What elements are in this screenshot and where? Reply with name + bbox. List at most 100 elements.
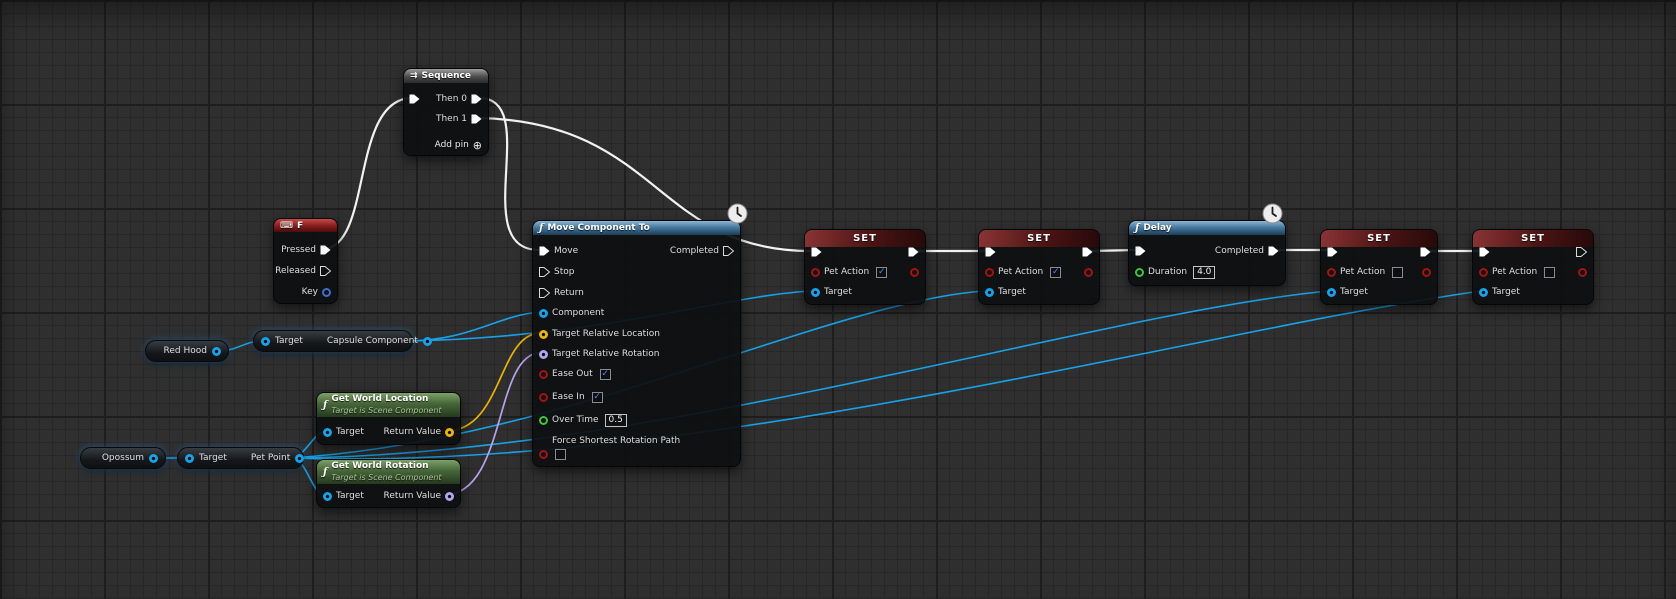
completed-row: Completed <box>1215 245 1279 257</box>
add-pin-button[interactable]: Add pin ⊕ <box>435 139 482 151</box>
node-get-red-hood[interactable]: Red Hood <box>145 340 229 362</box>
duration-pin[interactable] <box>1135 268 1144 277</box>
function-icon: ƒ <box>539 223 543 234</box>
ease-in-checkbox[interactable]: ✓ <box>592 392 603 403</box>
node-set-pet-action-4[interactable]: SET Pet Action Target <box>1472 229 1594 305</box>
node-set-pet-action-3[interactable]: SET Pet Action Target <box>1320 229 1438 305</box>
over-time-input[interactable]: 0.5 <box>605 414 627 427</box>
target-pin[interactable] <box>985 288 994 297</box>
released-exec-pin[interactable] <box>320 266 331 276</box>
node-move-component-to[interactable]: ƒ Move Component To Move Completed Stop … <box>532 220 741 467</box>
pin-label: Target <box>275 336 303 346</box>
opossum-out-pin[interactable] <box>149 454 158 463</box>
force-shortest-rotation-path-pin-row <box>539 448 566 460</box>
target-pin[interactable] <box>811 288 820 297</box>
exec-in-pin[interactable] <box>1135 246 1146 256</box>
return-exec-pin[interactable] <box>539 288 550 298</box>
target-pin[interactable] <box>1327 288 1336 297</box>
target-relative-rotation-pin[interactable] <box>539 350 548 359</box>
pet-action-checkbox[interactable]: ✓ <box>876 267 887 278</box>
node-header[interactable]: ⇉ Sequence <box>404 69 488 83</box>
pet-action-row: Pet Action <box>1327 266 1403 278</box>
exec-out-pin[interactable] <box>1420 247 1431 257</box>
pet-action-out-pin[interactable] <box>910 268 919 277</box>
then0-exec-pin[interactable] <box>471 94 482 104</box>
node-get-opossum[interactable]: Opossum <box>80 447 166 469</box>
return-value-pin[interactable] <box>445 428 454 437</box>
target-relative-rotation-row: Target Relative Rotation <box>539 348 660 360</box>
exec-out-pin[interactable] <box>908 247 919 257</box>
pet-action-out-pin[interactable] <box>1422 268 1431 277</box>
node-header[interactable]: ⌨ F <box>274 219 337 232</box>
pin-label: Pet Action <box>824 266 869 278</box>
node-header[interactable]: SET <box>979 230 1099 247</box>
pet-action-in-pin[interactable] <box>985 268 994 277</box>
pet-action-checkbox[interactable] <box>1392 267 1403 278</box>
force-shortest-rotation-path-pin[interactable] <box>539 450 548 459</box>
node-sequence[interactable]: ⇉ Sequence Then 0 Then 1 Add pin ⊕ <box>403 68 489 156</box>
then0-row: Then 0 <box>436 93 482 105</box>
pin-label: Capsule Component <box>327 336 418 346</box>
pet-action-checkbox[interactable] <box>1544 267 1555 278</box>
node-get-world-location[interactable]: ƒ Get World Location Target is Scene Com… <box>316 392 461 445</box>
target-pin[interactable] <box>323 492 332 501</box>
pin-label: Key <box>302 286 318 298</box>
pet-action-out-pin[interactable] <box>1084 268 1093 277</box>
component-pin[interactable] <box>539 309 548 318</box>
pet-action-checkbox[interactable]: ✓ <box>1050 267 1061 278</box>
latent-clock-icon <box>727 203 748 224</box>
node-get-capsule-component[interactable]: Target Capsule Component <box>253 330 413 352</box>
completed-exec-pin[interactable] <box>1268 246 1279 256</box>
completed-row: Completed <box>670 245 734 257</box>
add-pin-icon: ⊕ <box>473 140 482 151</box>
pet-action-in-pin[interactable] <box>811 268 820 277</box>
pet-point-out-pin[interactable] <box>295 454 304 463</box>
node-header[interactable]: SET <box>1473 230 1593 247</box>
exec-in-pin[interactable] <box>1479 247 1490 257</box>
blueprint-graph-canvas[interactable]: ⇉ Sequence Then 0 Then 1 Add pin ⊕ ⌨ F P… <box>0 0 1676 599</box>
pet-action-out-pin[interactable] <box>1578 268 1587 277</box>
node-get-world-rotation[interactable]: ƒ Get World Rotation Target is Scene Com… <box>316 459 461 508</box>
return-value-pin[interactable] <box>445 492 454 501</box>
pet-action-in-pin[interactable] <box>1327 268 1336 277</box>
target-pin[interactable] <box>1479 288 1488 297</box>
duration-input[interactable]: 4.0 <box>1193 266 1215 279</box>
target-relative-location-pin[interactable] <box>539 330 548 339</box>
node-get-pet-point[interactable]: Target Pet Point <box>177 447 304 469</box>
pin-label: Return <box>554 287 584 299</box>
node-delay[interactable]: ƒ Delay Completed Duration 4.0 <box>1128 220 1286 286</box>
exec-in-pin[interactable] <box>811 247 822 257</box>
node-set-pet-action-1[interactable]: SET Pet Action ✓ Target <box>804 229 926 305</box>
target-pin[interactable] <box>323 428 332 437</box>
exec-in-pin[interactable] <box>1327 247 1338 257</box>
exec-in-pin[interactable] <box>409 94 420 104</box>
node-key-event-f[interactable]: ⌨ F Pressed Released Key <box>273 218 338 304</box>
target-in-pin[interactable] <box>185 454 194 463</box>
ease-out-checkbox[interactable]: ✓ <box>600 369 611 380</box>
capsule-component-out-pin[interactable] <box>423 337 432 346</box>
ease-out-pin[interactable] <box>539 370 548 379</box>
exec-out-pin[interactable] <box>1576 247 1587 257</box>
node-header[interactable]: ƒ Get World Location Target is Scene Com… <box>317 393 460 417</box>
move-exec-pin[interactable] <box>539 246 550 256</box>
node-set-pet-action-2[interactable]: SET Pet Action ✓ Target <box>978 229 1100 305</box>
stop-exec-pin[interactable] <box>539 267 550 277</box>
red-hood-out-pin[interactable] <box>212 347 221 356</box>
node-header[interactable]: SET <box>805 230 925 247</box>
key-pin[interactable] <box>322 288 331 297</box>
exec-in-pin[interactable] <box>985 247 996 257</box>
ease-in-pin[interactable] <box>539 393 548 402</box>
node-header[interactable]: ƒ Move Component To <box>533 221 740 235</box>
node-title: SET <box>853 233 877 244</box>
pressed-exec-pin[interactable] <box>320 245 331 255</box>
force-shortest-rotation-path-checkbox[interactable] <box>555 449 566 460</box>
completed-exec-pin[interactable] <box>723 246 734 256</box>
node-header[interactable]: SET <box>1321 230 1437 247</box>
exec-out-pin[interactable] <box>1082 247 1093 257</box>
target-in-pin[interactable] <box>261 337 270 346</box>
node-header[interactable]: ƒ Get World Rotation Target is Scene Com… <box>317 460 460 484</box>
over-time-pin[interactable] <box>539 416 548 425</box>
then1-exec-pin[interactable] <box>471 114 482 124</box>
pin-label: Pet Action <box>998 266 1043 278</box>
pet-action-in-pin[interactable] <box>1479 268 1488 277</box>
